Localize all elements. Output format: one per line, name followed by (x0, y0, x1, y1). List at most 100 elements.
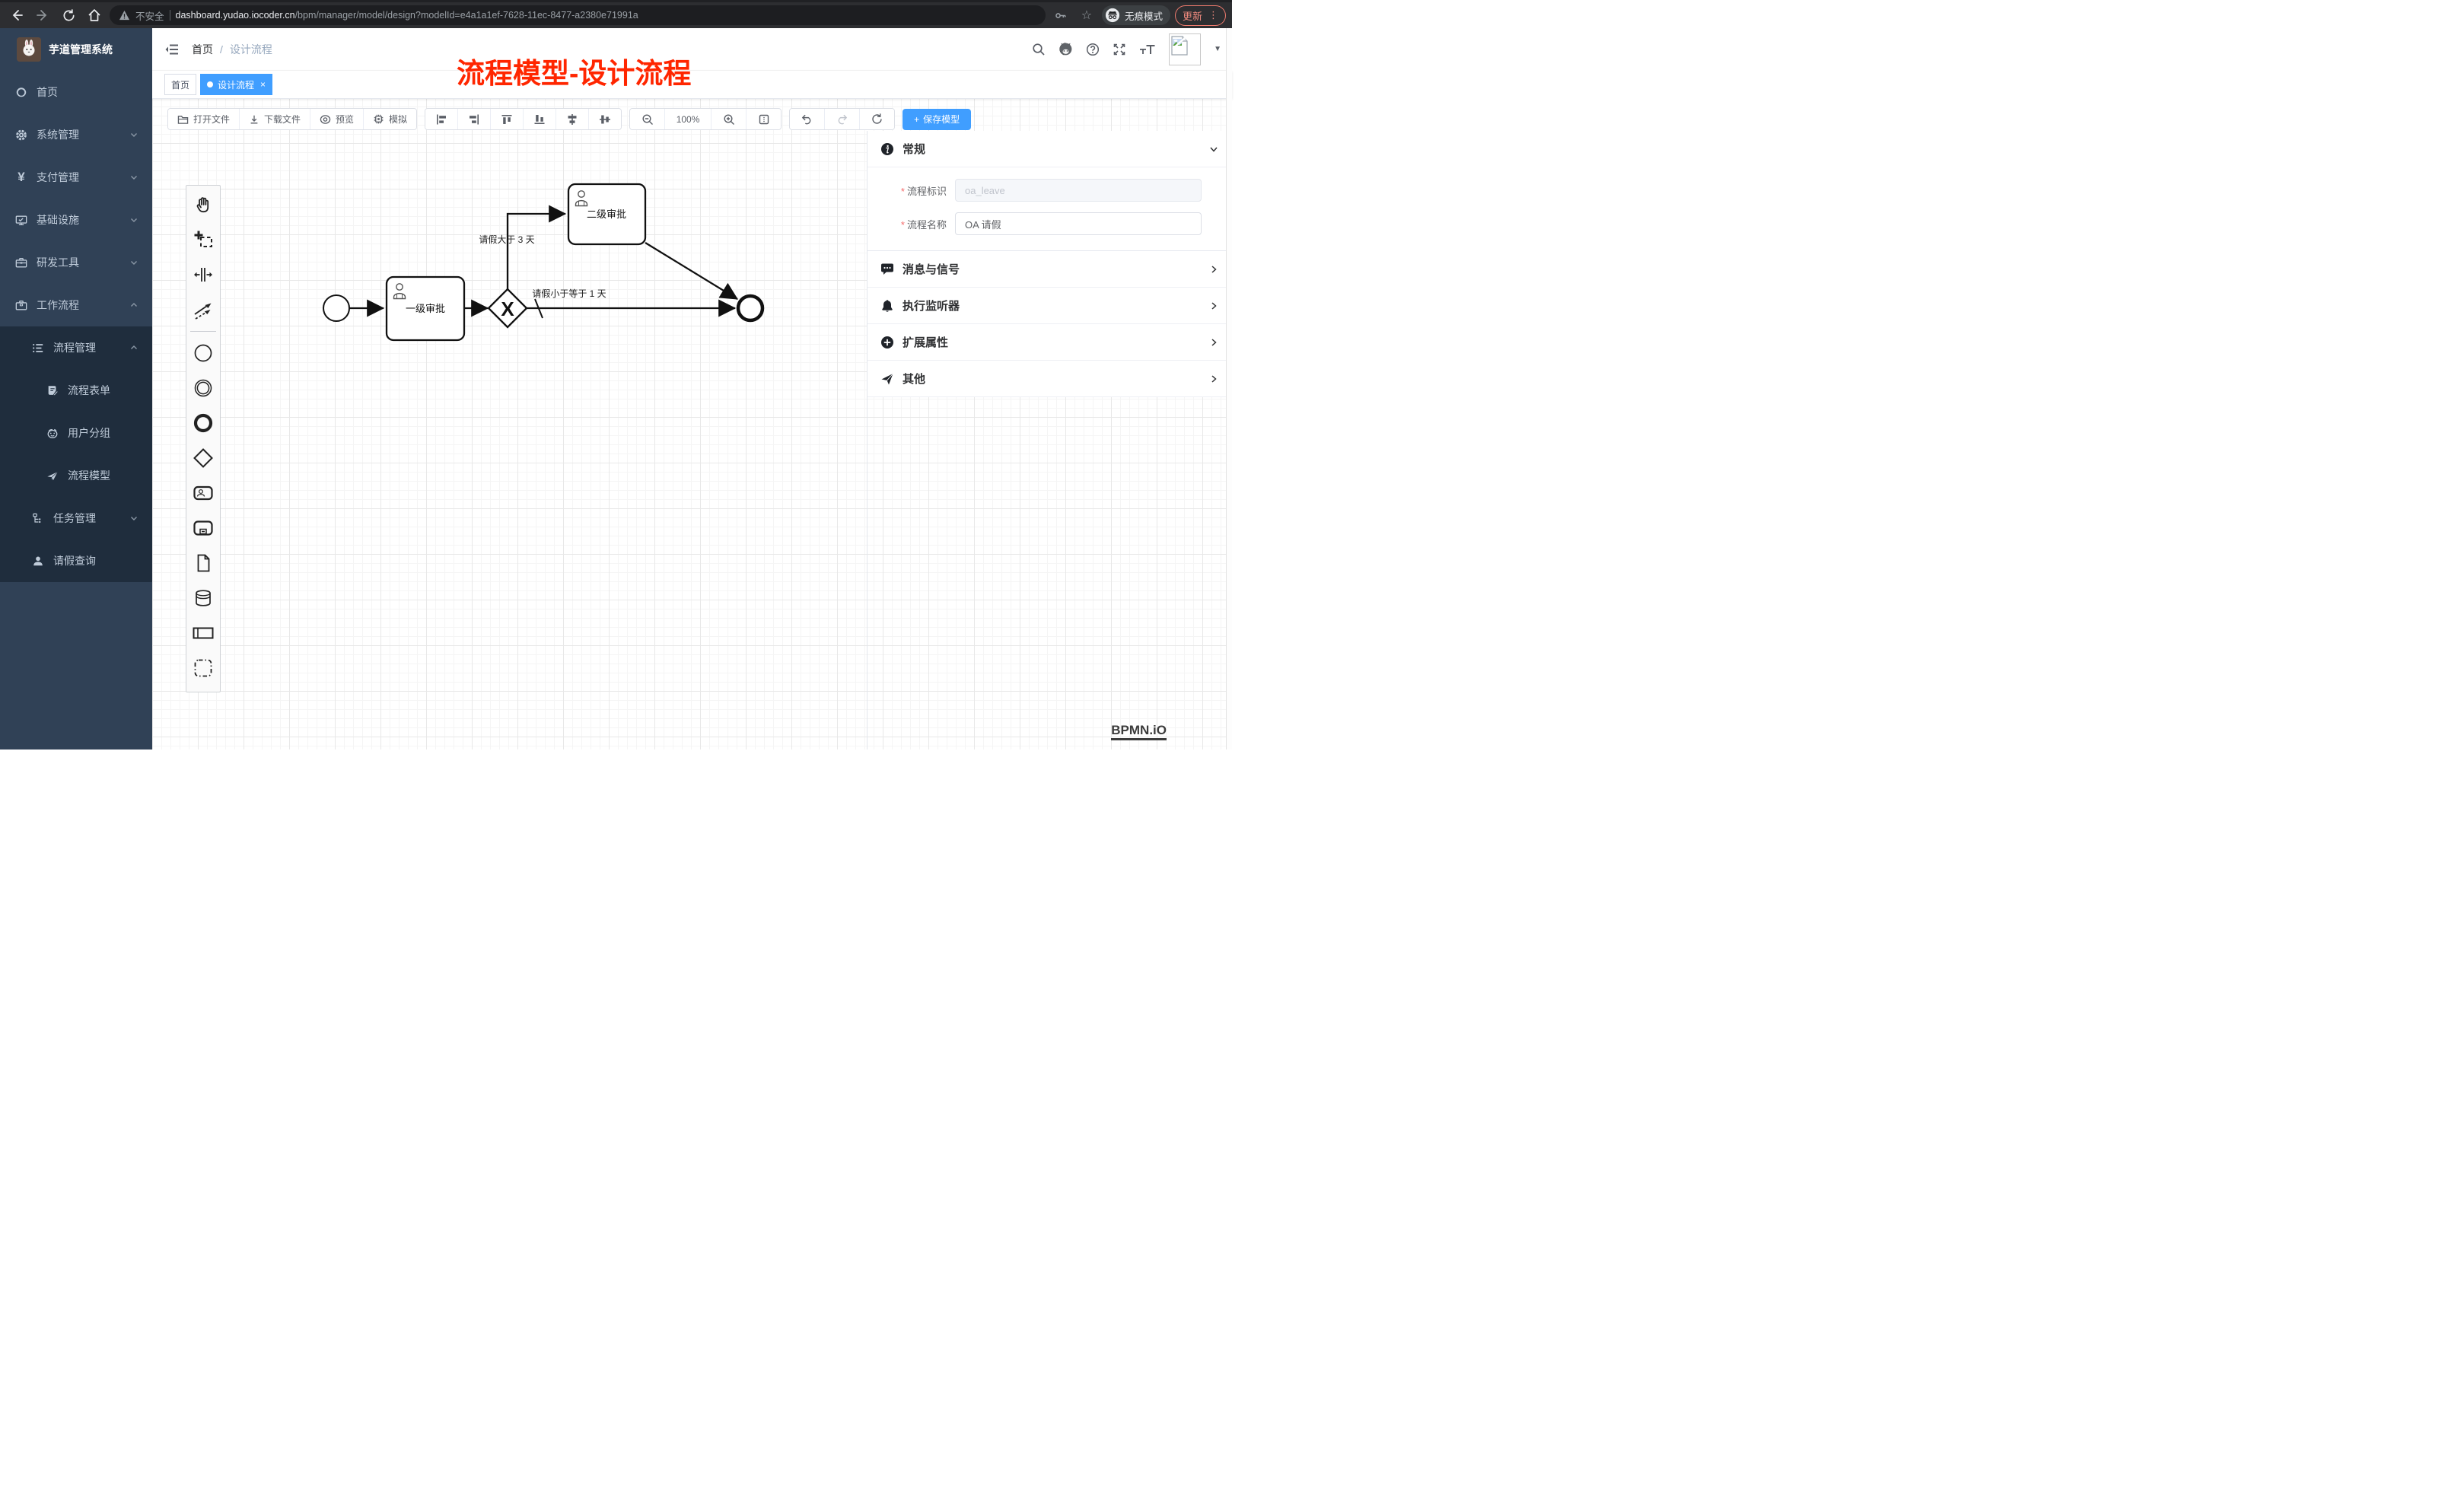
download-file-button[interactable]: 下载文件 (240, 109, 310, 129)
back-icon[interactable] (6, 5, 27, 26)
align-top-button[interactable] (491, 109, 524, 129)
app-logo-row[interactable]: 芋道管理系统 (0, 28, 152, 71)
chevron-right-icon (1208, 301, 1219, 311)
sidebar-item-devtools[interactable]: 研发工具 (0, 241, 152, 284)
sidebar-item-infrastructure[interactable]: 基础设施 (0, 199, 152, 241)
align-left-button[interactable] (425, 109, 458, 129)
plus-circle-icon (880, 336, 894, 349)
data-object-shape[interactable] (186, 546, 220, 581)
forward-icon[interactable] (32, 5, 53, 26)
font-size-icon[interactable] (1139, 43, 1156, 56)
intermediate-event-shape[interactable] (186, 371, 220, 406)
data-store-shape[interactable] (186, 581, 220, 616)
section-message-signal[interactable]: 消息与信号 (867, 251, 1232, 288)
browser-update-button[interactable]: 更新 ⋮ (1175, 5, 1226, 26)
gateway-shape[interactable] (186, 441, 220, 476)
flow-gateway-to-task2[interactable] (508, 214, 565, 291)
close-tag-icon[interactable]: × (260, 79, 266, 90)
undo-button[interactable] (790, 109, 825, 129)
section-general[interactable]: 常规 (867, 131, 1232, 167)
security-label[interactable]: 不安全 (135, 8, 164, 23)
align-right-button[interactable] (458, 109, 491, 129)
svg-text:二级审批: 二级审批 (587, 208, 626, 220)
section-extended-attributes[interactable]: 扩展属性 (867, 324, 1232, 361)
process-key-input[interactable] (955, 179, 1202, 202)
breadcrumb-current: 设计流程 (230, 42, 272, 57)
sidebar-item-system[interactable]: 系统管理 (0, 113, 152, 156)
avatar[interactable] (1169, 33, 1201, 65)
home-icon[interactable] (84, 5, 105, 26)
chip-icon (373, 113, 384, 125)
info-icon (880, 142, 894, 156)
flow-task2-to-end[interactable] (645, 243, 737, 299)
zoom-level[interactable]: 100% (665, 109, 712, 129)
sidebar-item-leave-query[interactable]: 请假查询 (0, 539, 152, 582)
align-center-horizontal-button[interactable] (556, 109, 589, 129)
group-shape[interactable] (186, 651, 220, 686)
palette-separator (190, 331, 216, 332)
bookmark-star-icon[interactable]: ☆ (1076, 5, 1097, 26)
zoom-reset-button[interactable] (747, 109, 781, 129)
avatar-caret-icon[interactable]: ▼ (1214, 45, 1221, 53)
browser-menu-icon[interactable]: ⋮ (1208, 9, 1218, 21)
url-path[interactable]: /bpm/manager/model/design?modelId=e4a1a1… (295, 10, 638, 21)
preview-button[interactable]: 预览 (310, 109, 364, 129)
task-first-approval[interactable]: 一级审批 (387, 277, 464, 340)
subprocess-shape[interactable] (186, 511, 220, 546)
page-scrollbar[interactable] (1226, 28, 1232, 750)
url-host[interactable]: dashboard.yudao.iocoder.cn (176, 10, 295, 21)
restart-button[interactable] (860, 109, 894, 129)
chevron-down-icon (129, 258, 138, 267)
lasso-tool[interactable] (186, 222, 220, 257)
sidebar-item-payment[interactable]: ¥ 支付管理 (0, 156, 152, 199)
sidebar-item-user-groups[interactable]: 用户分组 (0, 412, 152, 454)
tag-design-process[interactable]: 设计流程 × (200, 74, 272, 95)
sidebar-item-process-management[interactable]: 流程管理 (0, 326, 152, 369)
participant-pool-shape[interactable] (186, 616, 220, 651)
global-connect-tool[interactable] (186, 292, 220, 327)
bpmn-designer-canvas[interactable]: 打开文件 下载文件 预览 模拟 (152, 97, 1232, 750)
flow-label-le1[interactable]: 请假小于等于 1 天 (532, 288, 606, 299)
save-model-button[interactable]: + 保存模型 (903, 109, 971, 130)
process-name-input[interactable] (955, 212, 1202, 235)
zoom-out-button[interactable] (630, 109, 665, 129)
password-key-icon[interactable] (1050, 5, 1071, 26)
download-icon (249, 114, 259, 125)
bpmn-io-watermark[interactable]: BPMN.iO (1111, 722, 1167, 740)
sidebar-item-process-model[interactable]: 流程模型 (0, 454, 152, 497)
tags-view: 首页 设计流程 × (152, 71, 1232, 99)
open-file-button[interactable]: 打开文件 (168, 109, 240, 129)
reload-icon[interactable] (58, 5, 79, 26)
align-bottom-button[interactable] (524, 109, 556, 129)
help-icon[interactable] (1086, 43, 1100, 56)
zoom-in-button[interactable] (712, 109, 747, 129)
flow-label-gt3[interactable]: 请假大于 3 天 (479, 234, 534, 245)
github-icon[interactable] (1059, 42, 1073, 56)
face-icon (46, 427, 59, 440)
align-button-group (425, 108, 622, 130)
user-task-shape[interactable] (186, 476, 220, 511)
sidebar-item-task-management[interactable]: 任务管理 (0, 497, 152, 539)
section-other[interactable]: 其他 (867, 361, 1232, 397)
sidebar-item-workflow[interactable]: 工作流程 (0, 284, 152, 326)
exclusive-gateway[interactable]: X (489, 289, 527, 327)
start-event-shape[interactable] (186, 336, 220, 371)
space-tool[interactable] (186, 257, 220, 292)
section-execution-listener[interactable]: 执行监听器 (867, 288, 1232, 324)
end-event-shape[interactable] (186, 406, 220, 441)
sidebar-toggle-icon[interactable] (152, 28, 192, 70)
sidebar-item-process-form[interactable]: 流程表单 (0, 369, 152, 412)
tag-home[interactable]: 首页 (164, 74, 196, 95)
sidebar-item-home[interactable]: 首页 (0, 71, 152, 113)
breadcrumb-home[interactable]: 首页 (192, 42, 213, 57)
task-second-approval[interactable]: 二级审批 (568, 184, 645, 244)
end-event[interactable] (738, 296, 762, 320)
hand-tool[interactable] (186, 187, 220, 222)
search-icon[interactable] (1032, 43, 1046, 56)
redo-button[interactable] (825, 109, 860, 129)
align-center-vertical-button[interactable] (589, 109, 621, 129)
address-bar[interactable]: 不安全 dashboard.yudao.iocoder.cn/bpm/manag… (110, 5, 1046, 25)
fullscreen-icon[interactable] (1113, 43, 1126, 56)
simulate-button[interactable]: 模拟 (364, 109, 416, 129)
start-event[interactable] (323, 295, 349, 321)
